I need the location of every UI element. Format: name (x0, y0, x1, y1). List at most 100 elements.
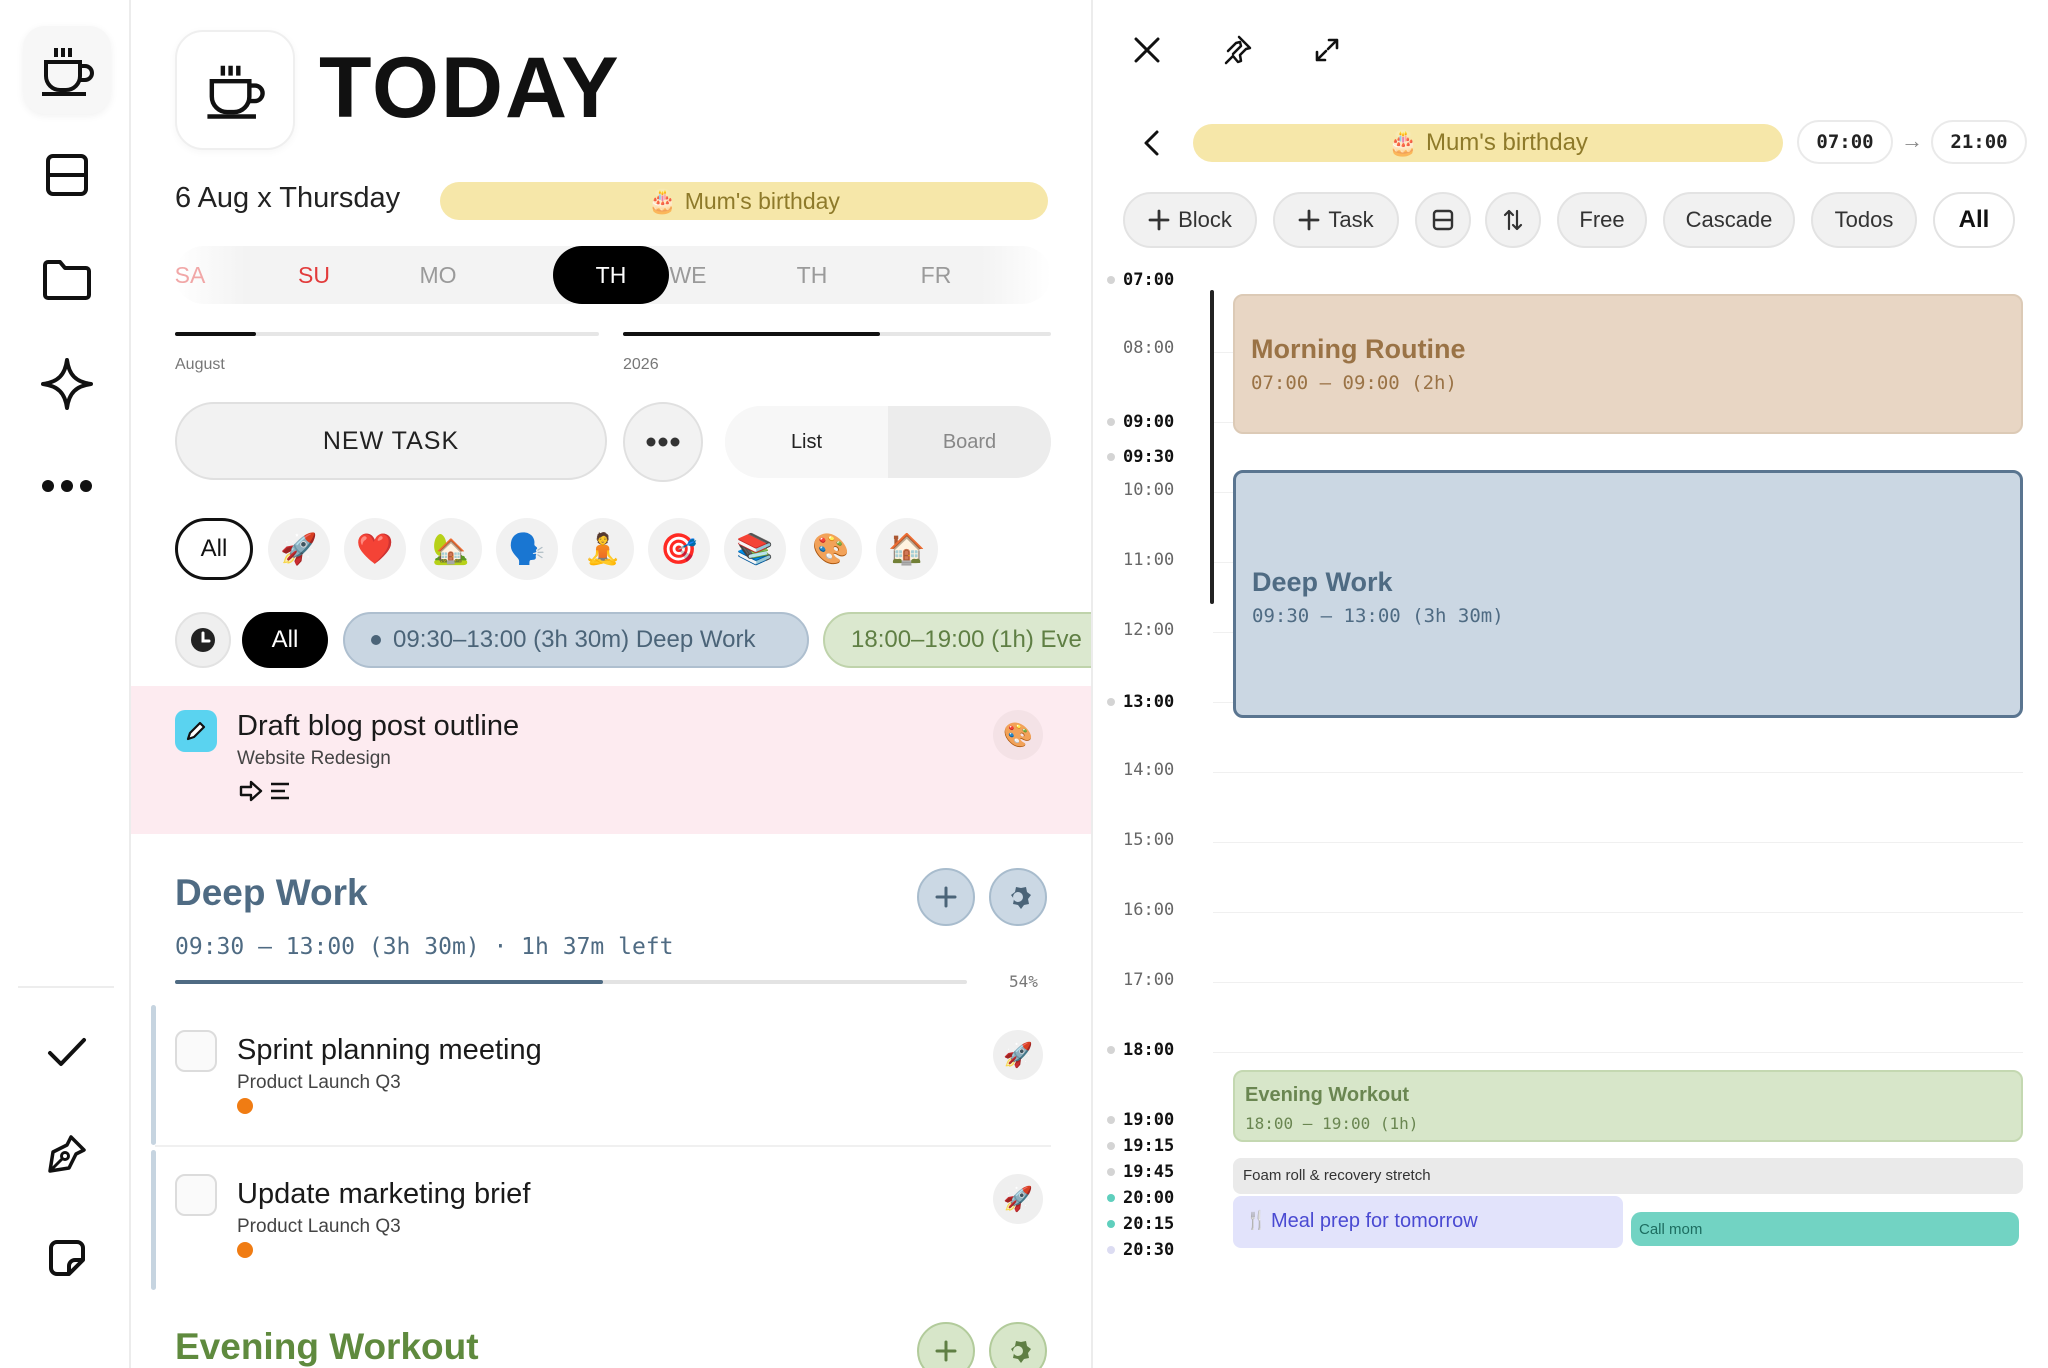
folder-nav-button[interactable] (23, 236, 111, 324)
event-time: 07:00 – 09:00 (2h) (1251, 372, 1457, 394)
category-target[interactable]: 🎯 (648, 518, 710, 580)
today-nav-button[interactable] (23, 26, 111, 114)
hour-dot (1107, 1220, 1115, 1228)
layout-rows-icon (46, 154, 88, 196)
close-button[interactable] (1127, 30, 1167, 70)
hour-dot (1107, 1168, 1115, 1176)
more-nav-button[interactable] (23, 442, 111, 530)
sticky-note-nav-button[interactable] (23, 1214, 111, 1302)
hour-label: 13:00 (1123, 692, 1175, 712)
day-monday[interactable]: MO (393, 246, 483, 304)
evening-workout-event[interactable]: Evening Workout 18:00 – 19:00 (1h) (1233, 1070, 2023, 1142)
morning-routine-event[interactable]: Morning Routine 07:00 – 09:00 (2h) (1233, 294, 2023, 434)
pin-icon (1224, 35, 1252, 65)
todos-filter-button[interactable]: Todos (1811, 192, 1917, 248)
task-category-icon[interactable]: 🚀 (993, 1030, 1043, 1080)
evening-block-chip[interactable]: 18:00–19:00 (1h) Eve (823, 612, 1091, 668)
category-meditation[interactable]: 🧘 (572, 518, 634, 580)
list-view-option[interactable]: List (725, 406, 888, 478)
category-books[interactable]: 📚 (724, 518, 786, 580)
foam-roll-event[interactable]: Foam roll & recovery stretch (1233, 1158, 2023, 1194)
block-settings-button[interactable] (989, 868, 1047, 926)
today-header-icon (175, 30, 295, 150)
hour-dot (1107, 1046, 1115, 1054)
hour-dot (1107, 698, 1115, 706)
all-filter-button[interactable]: All (1933, 192, 2015, 248)
birthday-cake-icon: 🎂 (648, 187, 677, 214)
year-label: 2026 (623, 356, 659, 373)
sparkle-nav-button[interactable] (23, 340, 111, 428)
task-checkbox[interactable] (175, 1174, 217, 1216)
block-task-rail (151, 1005, 156, 1145)
day-wednesday[interactable]: WE (643, 246, 733, 304)
add-to-block-button[interactable] (917, 1322, 975, 1368)
block-filter-all[interactable]: All (242, 612, 328, 668)
expand-button[interactable] (1307, 30, 1347, 70)
task-project: Product Launch Q3 (237, 1072, 401, 1093)
category-heart[interactable]: ❤️ (344, 518, 406, 580)
back-button[interactable] (1137, 128, 1167, 158)
call-mom-event[interactable]: Call mom (1631, 1212, 2019, 1246)
deep-work-block-chip[interactable]: 09:30–13:00 (3h 30m) Deep Work (343, 612, 809, 668)
year-progress-fill (623, 332, 880, 336)
plus-icon (935, 1340, 957, 1362)
notes-lines-icon (271, 782, 289, 800)
category-home-garden[interactable]: 🏡 (420, 518, 482, 580)
deep-work-progress-label: 54% (1009, 972, 1038, 991)
more-options-button[interactable] (623, 402, 703, 482)
deep-work-time-summary: 09:30 — 13:00 (3h 30m) · 1h 37m left (175, 934, 674, 960)
meal-prep-event[interactable]: 🍴 Meal prep for tomorrow (1233, 1196, 1623, 1248)
hour-gridline (1213, 842, 2023, 843)
category-speaking[interactable]: 🗣️ (496, 518, 558, 580)
expand-icon (1315, 38, 1339, 62)
edit-task-badge[interactable] (175, 710, 217, 752)
plus-icon (935, 886, 957, 908)
layout-toggle-button[interactable] (1415, 192, 1471, 248)
category-rocket[interactable]: 🚀 (268, 518, 330, 580)
deep-work-progress-bar (175, 980, 967, 984)
current-time-indicator (1210, 290, 1214, 604)
pen-nav-button[interactable] (23, 1110, 111, 1198)
birthday-label: Mum's birthday (684, 187, 840, 214)
day-friday[interactable]: FR (891, 246, 981, 304)
free-filter-button[interactable]: Free (1557, 192, 1647, 248)
hour-label: 19:45 (1123, 1162, 1175, 1182)
task-checkbox[interactable] (175, 1030, 217, 1072)
day-saturday[interactable]: SA (145, 246, 235, 304)
start-time-field[interactable]: 07:00 (1797, 120, 1893, 164)
category-filter-all[interactable]: All (175, 518, 253, 580)
category-house[interactable]: 🏠 (876, 518, 938, 580)
add-task-button[interactable]: Task (1273, 192, 1399, 248)
add-block-button[interactable]: Block (1123, 192, 1257, 248)
end-time-field[interactable]: 21:00 (1931, 120, 2027, 164)
sort-button[interactable] (1485, 192, 1541, 248)
birthday-label: Mum's birthday (1425, 129, 1588, 156)
event-title: Call mom (1639, 1221, 1703, 1238)
deep-work-event[interactable]: Deep Work 09:30 – 13:00 (3h 30m) (1233, 470, 2023, 718)
pin-button[interactable] (1217, 30, 1257, 70)
event-time: 09:30 – 13:00 (3h 30m) (1252, 605, 1504, 627)
new-task-button[interactable]: NEW TASK (175, 402, 607, 480)
calendar-birthday-banner[interactable]: 🎂 Mum's birthday (1193, 124, 1783, 162)
birthday-cake-icon: 🎂 (1388, 129, 1418, 157)
hour-label: 14:00 (1123, 760, 1175, 780)
hour-label: 18:00 (1123, 1040, 1175, 1060)
done-nav-button[interactable] (23, 1008, 111, 1096)
task-title: Draft blog post outline (237, 710, 520, 742)
category-palette[interactable]: 🎨 (800, 518, 862, 580)
time-filter-button[interactable] (175, 612, 231, 668)
day-sunday[interactable]: SU (269, 246, 359, 304)
day-thursday[interactable]: TH (767, 246, 857, 304)
layout-nav-button[interactable] (23, 131, 111, 219)
cascade-button[interactable]: Cascade (1663, 192, 1795, 248)
hour-dot (1107, 276, 1115, 284)
board-view-option[interactable]: Board (888, 406, 1051, 478)
task-category-icon[interactable]: 🎨 (993, 710, 1043, 760)
priority-dot (237, 1098, 253, 1114)
task-category-icon[interactable]: 🚀 (993, 1174, 1043, 1224)
birthday-banner[interactable]: 🎂 Mum's birthday (440, 182, 1048, 220)
block-settings-button[interactable] (989, 1322, 1047, 1368)
pinned-task-row[interactable]: Draft blog post outline Website Redesign… (131, 686, 1091, 834)
hour-label: 20:30 (1123, 1240, 1175, 1260)
add-to-block-button[interactable] (917, 868, 975, 926)
